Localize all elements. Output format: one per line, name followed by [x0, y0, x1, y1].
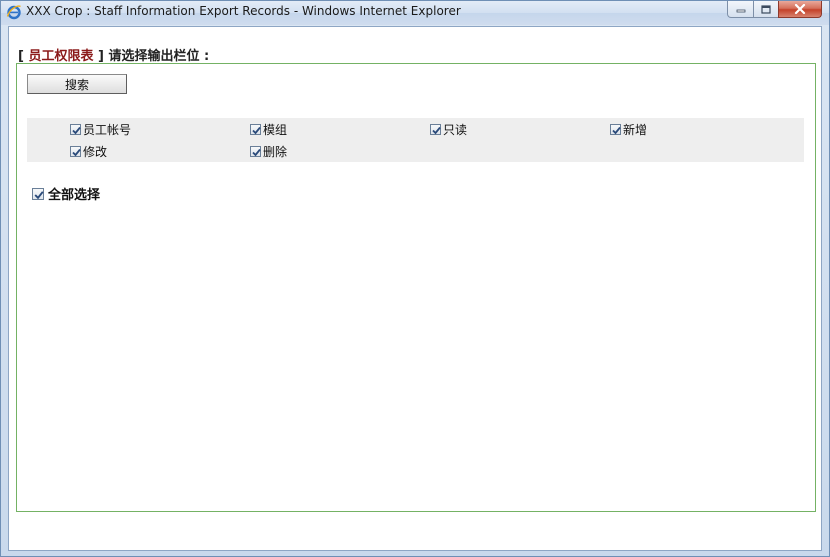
close-icon: [794, 4, 806, 14]
export-panel: 搜索 员工帐号 模组 只读 新增 修改 删除 全部选择: [16, 63, 816, 512]
field-label: 模组: [263, 122, 288, 137]
field-checkbox-modify[interactable]: 修改: [70, 143, 107, 159]
header-open-bracket: [: [18, 49, 24, 64]
header-prompt: ] 请选择输出栏位 :: [98, 49, 210, 64]
page-content: [ 员工权限表 ] 请选择输出栏位 : 搜索 员工帐号 模组 只读 新增 修改 …: [8, 26, 822, 551]
field-checkbox-module[interactable]: 模组: [250, 121, 287, 137]
field-selection-box: 员工帐号 模组 只读 新增 修改 删除: [27, 118, 804, 162]
checkbox[interactable]: [70, 145, 81, 157]
field-checkbox-delete[interactable]: 删除: [250, 143, 287, 159]
checkmark-icon: [72, 148, 81, 156]
checkmark-icon: [252, 148, 261, 156]
field-label: 员工帐号: [83, 122, 132, 137]
select-all-label: 全部选择: [48, 188, 101, 203]
checkmark-icon: [34, 190, 44, 199]
field-label: 修改: [83, 144, 108, 159]
checkmark-icon: [252, 126, 261, 134]
checkbox[interactable]: [250, 123, 261, 135]
maximize-button[interactable]: [753, 1, 779, 18]
field-label: 删除: [263, 144, 288, 159]
browser-window: XXX Crop : Staff Information Export Reco…: [0, 0, 830, 557]
window-title: XXX Crop : Staff Information Export Reco…: [26, 4, 461, 18]
page-header: [ 员工权限表 ] 请选择输出栏位 :: [18, 45, 209, 64]
title-bar[interactable]: XXX Crop : Staff Information Export Reco…: [1, 1, 829, 25]
checkbox[interactable]: [250, 145, 261, 157]
checkmark-icon: [612, 126, 621, 134]
internet-explorer-icon: [6, 4, 22, 20]
field-checkbox-employee-account[interactable]: 员工帐号: [70, 121, 131, 137]
checkbox[interactable]: [70, 123, 81, 135]
checkbox[interactable]: [430, 123, 441, 135]
checkmark-icon: [432, 126, 441, 134]
checkmark-icon: [72, 126, 81, 134]
minimize-icon: [736, 9, 745, 13]
checkbox[interactable]: [610, 123, 621, 135]
maximize-icon: [761, 4, 771, 14]
field-label: 新增: [623, 122, 648, 137]
close-button[interactable]: [778, 1, 822, 18]
field-checkbox-add[interactable]: 新增: [610, 121, 647, 137]
checkbox[interactable]: [32, 187, 44, 200]
search-button[interactable]: 搜索: [27, 74, 127, 94]
select-all-checkbox[interactable]: 全部选择: [32, 184, 100, 203]
field-label: 只读: [443, 122, 468, 137]
field-checkbox-read-only[interactable]: 只读: [430, 121, 467, 137]
table-name: 员工权限表: [28, 49, 94, 64]
minimize-button[interactable]: [727, 1, 754, 18]
